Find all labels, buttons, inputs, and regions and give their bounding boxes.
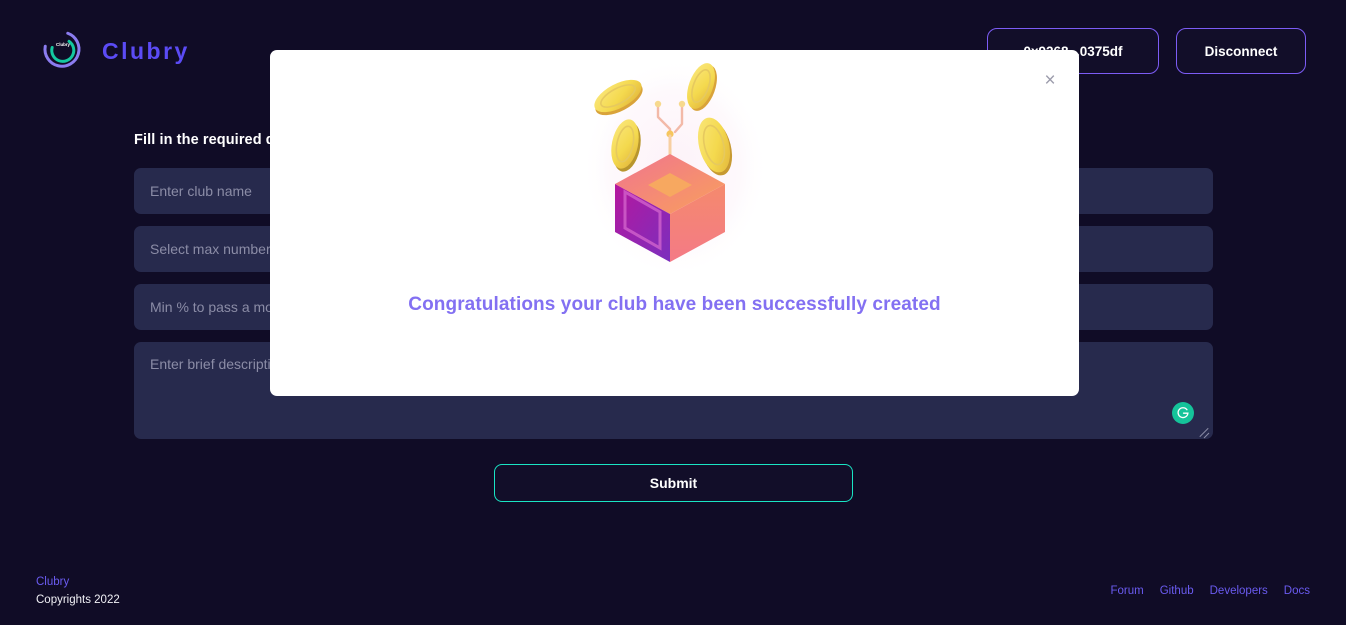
brand: Clubry Clubry [38, 26, 190, 76]
close-icon[interactable]: × [1039, 69, 1061, 91]
brand-name: Clubry [102, 37, 190, 64]
success-modal: × Congratulations your club have been su… [270, 50, 1079, 396]
footer-link-developers[interactable]: Developers [1210, 585, 1268, 597]
footer-brand-link[interactable]: Clubry [36, 575, 120, 589]
footer-link-docs[interactable]: Docs [1284, 585, 1310, 597]
grammarly-icon[interactable] [1172, 402, 1194, 424]
resize-handle-icon[interactable] [1197, 423, 1210, 436]
footer-left: Clubry Copyrights 2022 [36, 575, 120, 608]
treasure-box-coins-illustration-icon [584, 62, 765, 274]
footer-link-github[interactable]: Github [1160, 585, 1194, 597]
submit-button[interactable]: Submit [494, 464, 853, 502]
footer-copyright: Copyrights 2022 [36, 594, 120, 606]
app-footer: Clubry Copyrights 2022 Forum Github Deve… [0, 557, 1346, 625]
clubry-ring-logo-icon: Clubry [38, 26, 88, 76]
submit-row: Submit [134, 464, 1213, 502]
disconnect-button[interactable]: Disconnect [1176, 28, 1306, 74]
modal-body: Congratulations your club have been succ… [270, 50, 1079, 316]
footer-link-forum[interactable]: Forum [1111, 585, 1144, 597]
footer-links: Forum Github Developers Docs [1111, 585, 1311, 597]
modal-title: Congratulations your club have been succ… [408, 294, 941, 315]
logo-inner-label: Clubry [56, 42, 70, 47]
